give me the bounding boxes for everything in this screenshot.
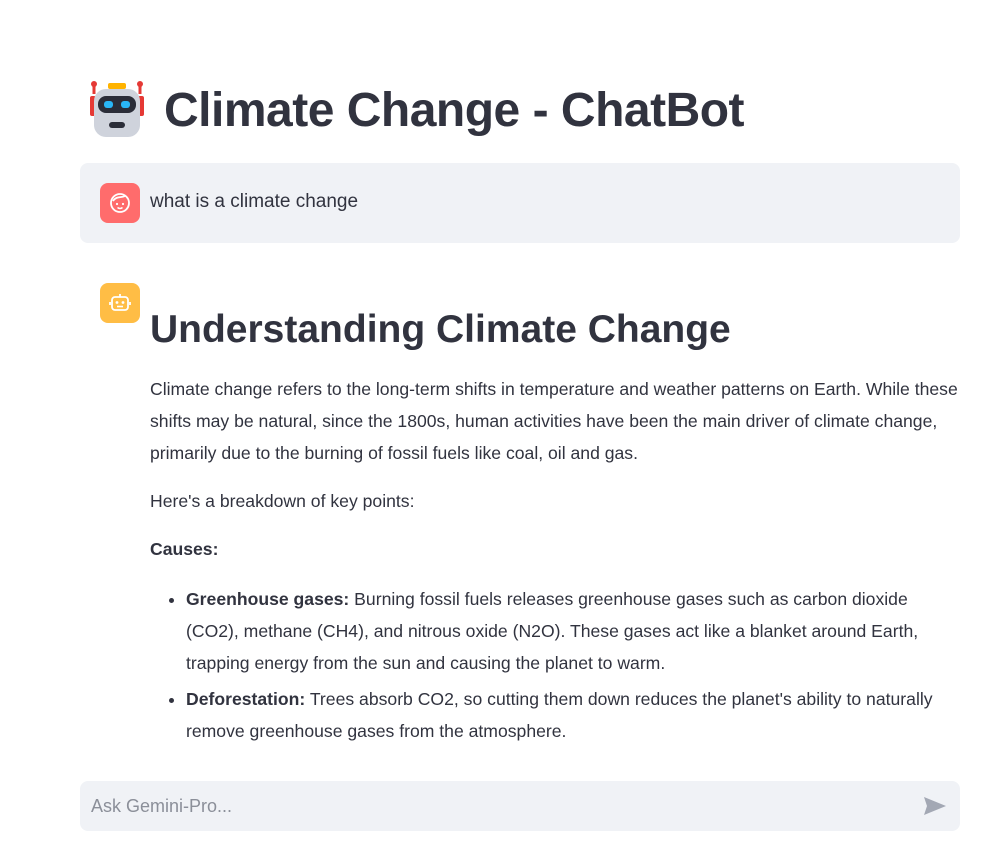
causes-list: Greenhouse gases: Burning fossil fuels r… xyxy=(150,583,965,747)
user-message-text: what is a climate change xyxy=(150,191,359,212)
response-intro: Climate change refers to the long-term s… xyxy=(150,379,958,463)
user-avatar xyxy=(100,183,140,223)
send-icon xyxy=(924,797,946,815)
title-row: Climate Change - ChatBot xyxy=(88,80,745,140)
chat-input[interactable] xyxy=(80,781,900,831)
causes-label: Causes: xyxy=(150,539,219,559)
robot-emoji-icon xyxy=(90,81,144,137)
assistant-avatar xyxy=(100,283,140,323)
bullet-term: Deforestation: xyxy=(186,689,306,709)
list-item: Greenhouse gases: Burning fossil fuels r… xyxy=(186,583,965,679)
page-title: Climate Change - ChatBot xyxy=(164,83,745,137)
chat-input-container xyxy=(80,781,960,831)
chat-page: Climate Change - ChatBot what is a clima… xyxy=(0,0,999,844)
user-message: what is a climate change xyxy=(80,163,960,243)
assistant-message: Understanding Climate Change Climate cha… xyxy=(150,305,965,751)
response-heading: Understanding Climate Change xyxy=(150,308,731,351)
user-face-icon xyxy=(110,193,130,213)
robot-icon xyxy=(109,294,131,311)
list-item: Deforestation: Trees absorb CO2, so cutt… xyxy=(186,683,965,747)
bullet-term: Greenhouse gases: xyxy=(186,589,350,609)
response-breakdown: Here's a breakdown of key points: xyxy=(150,491,415,511)
send-button[interactable] xyxy=(922,793,948,819)
